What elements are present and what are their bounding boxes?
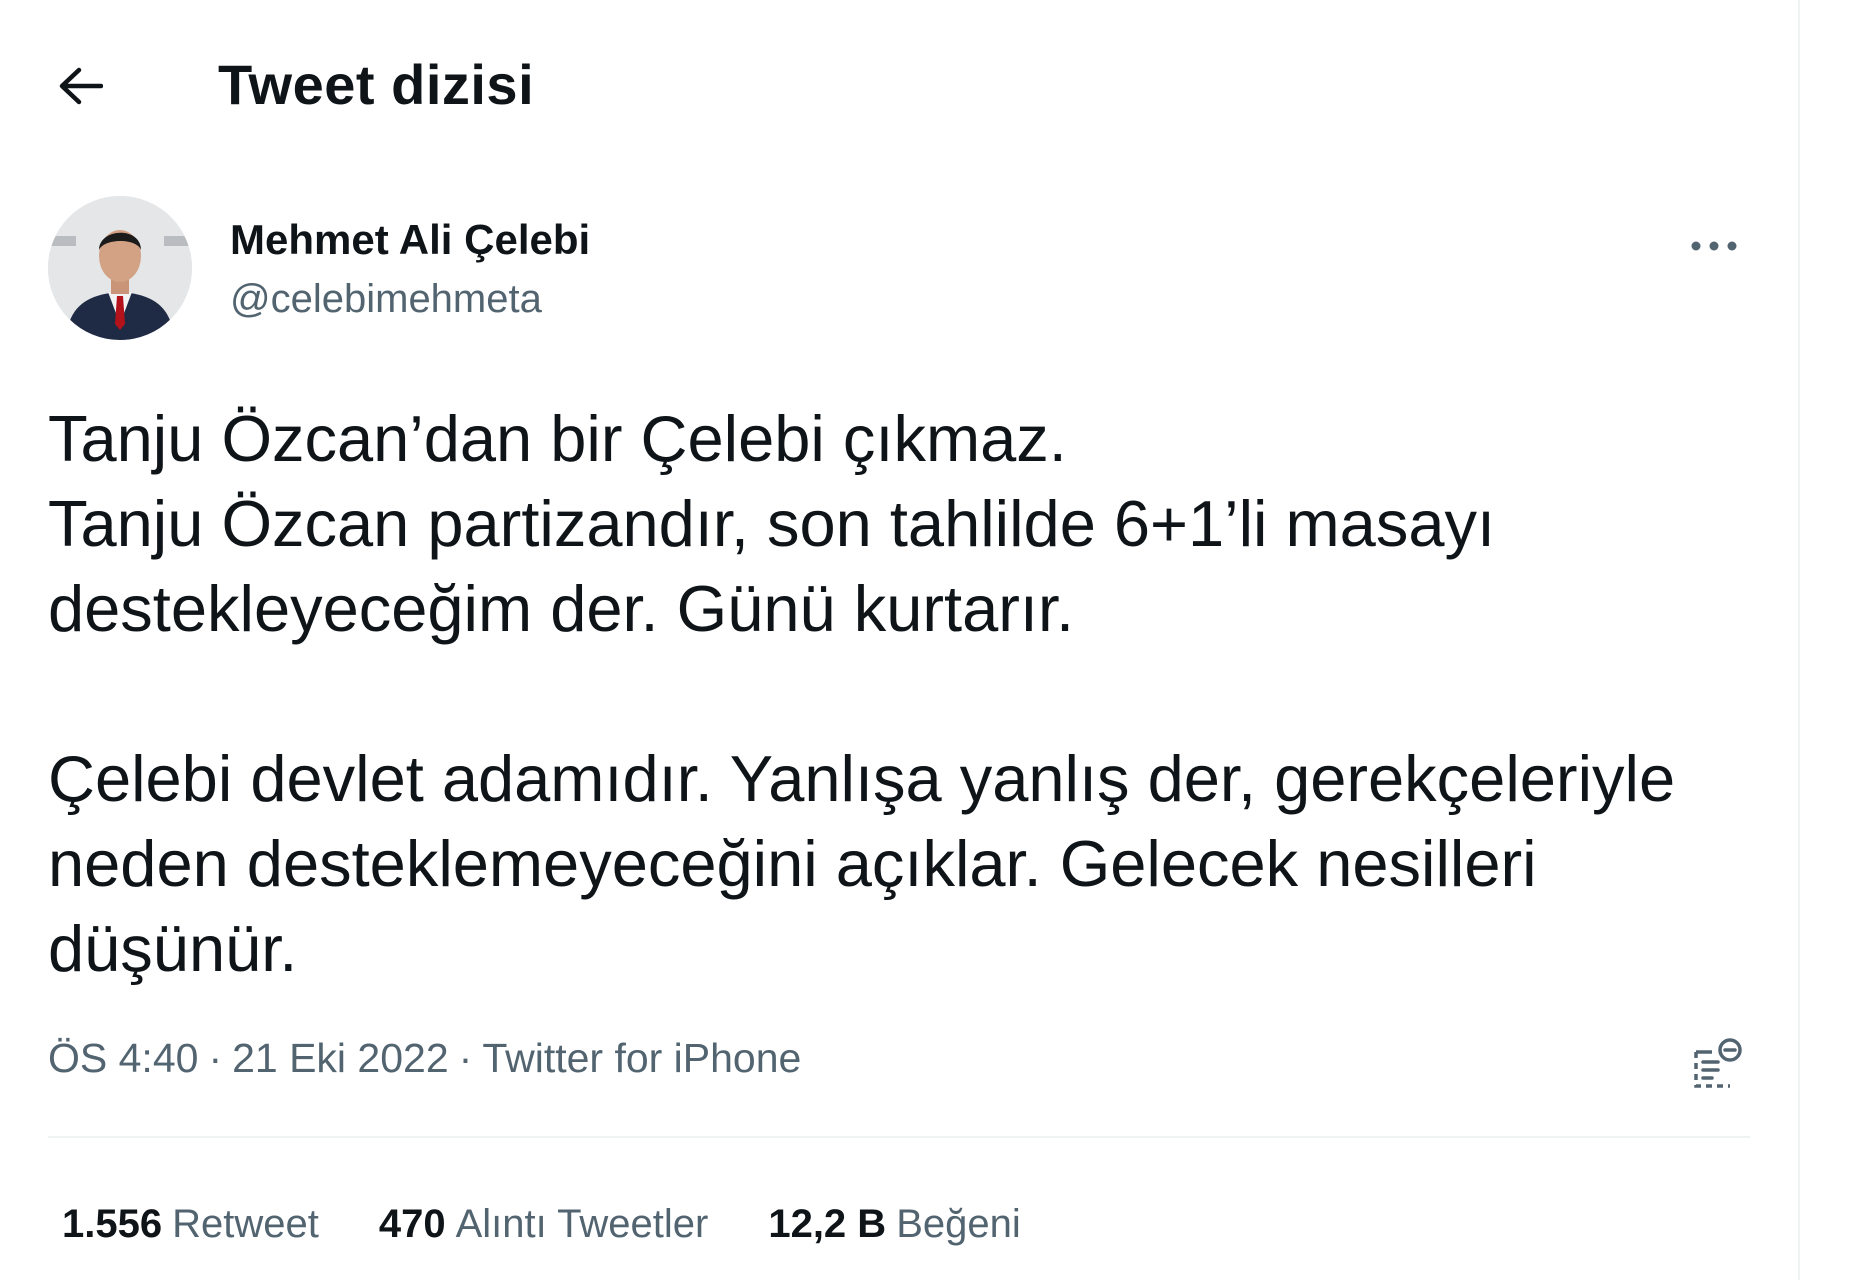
author-name[interactable]: Mehmet Ali Çelebi xyxy=(230,214,590,266)
meta-separator: · xyxy=(208,1035,223,1081)
tweet-stats: 1.556 Retweet 470 Alıntı Tweetler 12,2 B Be… xyxy=(62,1196,1021,1256)
avatar-image xyxy=(48,196,192,340)
tweet-detail-page: Tweet dizisi Mehmet Ali Çelebi @celebime… xyxy=(0,0,1862,1280)
tweet-line: neden desteklemeyeceğini açıklar. Gelece… xyxy=(48,827,1537,900)
page-title: Tweet dizisi xyxy=(218,53,535,116)
meta-separator: · xyxy=(458,1035,473,1081)
tweet-line: düşünür. xyxy=(48,912,298,985)
tweet-line: destekleyeceğim der. Günü kurtarır. xyxy=(48,572,1075,645)
quotes-count: 470 xyxy=(378,1202,446,1246)
tweet-time[interactable]: ÖS 4:40 xyxy=(48,1035,198,1081)
arrow-left-icon xyxy=(59,67,103,105)
likes-stat[interactable]: 12,2 B Beğeni xyxy=(768,1196,1020,1256)
back-button[interactable] xyxy=(40,46,120,126)
more-horizontal-icon xyxy=(1691,241,1737,251)
more-options-button[interactable] xyxy=(1678,216,1750,276)
likes-label: Beğeni xyxy=(896,1202,1021,1246)
tweet-date[interactable]: 21 Eki 2022 xyxy=(232,1035,449,1081)
retweets-stat[interactable]: 1.556 Retweet xyxy=(62,1196,319,1256)
likes-count: 12,2 B xyxy=(768,1202,887,1246)
page-header: Tweet dizisi xyxy=(0,0,1798,170)
quotes-label: Alıntı Tweetler xyxy=(455,1202,709,1246)
tweet-line: Tanju Özcan’dan bir Çelebi çıkmaz. xyxy=(48,402,1067,475)
tweet-paragraph: Çelebi devlet adamıdır. Yanlışa yanlış d… xyxy=(48,736,1750,991)
column-divider xyxy=(1798,0,1800,1280)
retweets-count: 1.556 xyxy=(62,1202,163,1246)
tweet-source[interactable]: Twitter for iPhone xyxy=(482,1035,801,1081)
tweet-analytics-button[interactable] xyxy=(1686,1032,1750,1096)
tweet-paragraph: Tanju Özcan’dan bir Çelebi çıkmaz. Tanju… xyxy=(48,396,1750,651)
quotes-stat[interactable]: 470 Alıntı Tweetler xyxy=(379,1196,708,1256)
tweet-meta: ÖS 4:40 · 21 Eki 2022 · Twitter for iPhone xyxy=(48,1030,1750,1090)
stats-divider xyxy=(48,1136,1750,1138)
tweet-text: Tanju Özcan’dan bir Çelebi çıkmaz. Tanju… xyxy=(48,396,1750,991)
tweet-analytics-icon xyxy=(1694,1038,1742,1088)
tweet-line: Tanju Özcan partizandır, son tahlilde 6+… xyxy=(48,487,1496,560)
avatar[interactable] xyxy=(48,196,192,340)
author-handle[interactable]: @celebimehmeta xyxy=(230,274,542,324)
tweet-line: Çelebi devlet adamıdır. Yanlışa yanlış d… xyxy=(48,742,1676,815)
retweets-label: Retweet xyxy=(172,1202,319,1246)
